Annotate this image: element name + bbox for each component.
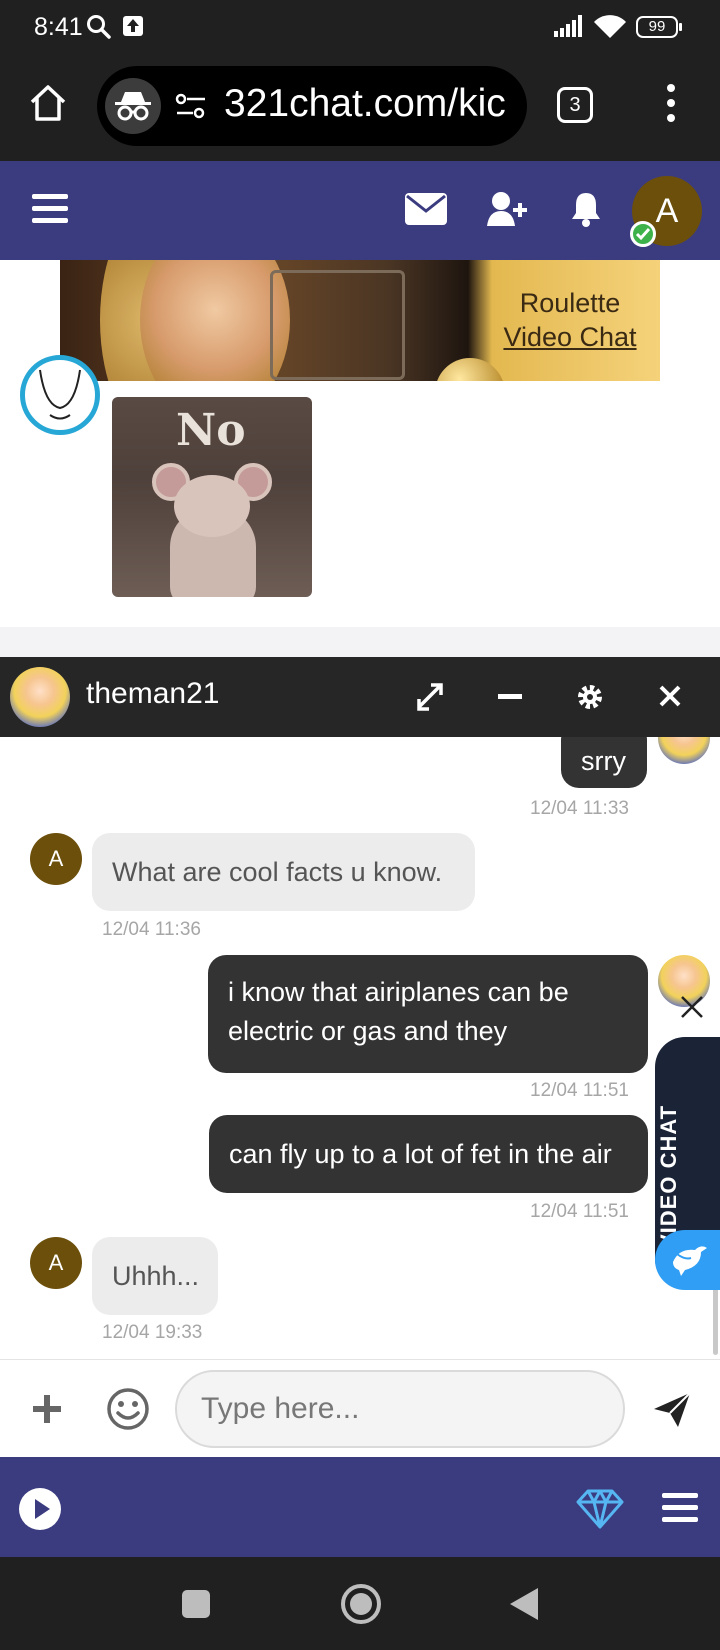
recents-icon[interactable]	[181, 1589, 211, 1619]
message-bubble: Uhhh...	[92, 1237, 218, 1315]
gear-icon[interactable]	[576, 677, 604, 717]
address-bar[interactable]: 321chat.com/kic	[97, 66, 527, 146]
browser-toolbar: 321chat.com/kic 3	[0, 56, 720, 161]
send-icon[interactable]	[652, 1391, 692, 1429]
background-user-avatar[interactable]	[20, 355, 100, 435]
envelope-icon[interactable]	[405, 193, 447, 225]
site-footer	[0, 1457, 720, 1557]
ad-banner[interactable]: Roulette Video Chat	[60, 260, 660, 381]
banner-line2: Video Chat	[503, 322, 637, 352]
home-icon[interactable]	[340, 1583, 382, 1625]
search-icon	[87, 15, 111, 39]
home-icon[interactable]	[28, 83, 68, 123]
message-bubble: What are cool facts u know.	[92, 833, 475, 911]
site-header: A	[0, 161, 720, 260]
signal-icon	[554, 15, 582, 37]
expand-icon[interactable]	[417, 677, 443, 717]
hamburger-menu-icon[interactable]	[662, 1493, 698, 1523]
chat-scrollbar[interactable]	[713, 1285, 718, 1355]
plus-icon[interactable]	[33, 1395, 61, 1423]
message-bubble: srry	[561, 737, 647, 788]
message-bubble: can fly up to a lot of fet in the air	[209, 1115, 648, 1193]
message-time: 12/04 19:33	[102, 1322, 203, 1343]
play-icon[interactable]	[18, 1487, 62, 1531]
upload-icon	[123, 16, 143, 36]
close-icon[interactable]	[677, 992, 707, 1022]
emoji-icon[interactable]	[106, 1387, 150, 1431]
user-avatar[interactable]: A	[30, 1237, 82, 1289]
back-icon[interactable]	[508, 1586, 540, 1622]
bell-icon[interactable]	[570, 191, 602, 227]
url-text[interactable]: 321chat.com/kic	[224, 82, 506, 126]
hamburger-menu-icon[interactable]	[32, 194, 68, 224]
banner-line1: Roulette	[519, 288, 621, 318]
bird-icon[interactable]	[655, 1230, 720, 1290]
gif-caption: No	[176, 405, 246, 456]
chat-messages: srry 12/04 11:33 A What are cool facts u…	[0, 737, 720, 1359]
background-message-row	[0, 627, 720, 657]
my-avatar	[658, 737, 710, 764]
message-composer	[0, 1359, 720, 1457]
menu-dots-icon[interactable]	[664, 83, 678, 123]
banner-frame-shape	[270, 270, 405, 380]
banner-text: Roulette Video Chat	[480, 286, 660, 354]
tab-switcher-button[interactable]: 3	[557, 87, 593, 123]
site-settings-icon[interactable]	[175, 92, 207, 120]
peer-avatar[interactable]	[10, 667, 70, 727]
user-avatar[interactable]: A	[30, 833, 82, 885]
android-navigation-bar	[0, 1557, 720, 1650]
wifi-icon	[594, 15, 626, 38]
battery-icon: 99	[636, 16, 682, 38]
message-time: 12/04 11:36	[102, 919, 201, 940]
gif-image[interactable]: No	[112, 397, 312, 597]
status-bar: 8:41 99	[0, 0, 720, 56]
message-time: 12/04 11:51	[530, 1080, 629, 1101]
diamond-icon[interactable]	[576, 1489, 624, 1529]
message-input[interactable]	[175, 1370, 625, 1448]
message-time: 12/04 11:51	[530, 1201, 629, 1222]
status-time: 8:41	[34, 13, 83, 41]
online-status-icon	[630, 221, 656, 247]
incognito-icon[interactable]	[105, 78, 161, 134]
message-bubble: i know that airiplanes can be electric o…	[208, 955, 648, 1073]
banner-face-shape	[140, 260, 290, 381]
close-icon[interactable]	[658, 677, 682, 717]
message-time: 12/04 11:33	[530, 798, 629, 819]
peer-name[interactable]: theman21	[86, 677, 219, 711]
banner-ball-shape	[435, 358, 505, 381]
private-chat-header: theman21	[0, 657, 720, 737]
add-friend-icon[interactable]	[487, 191, 527, 227]
minimize-icon[interactable]	[498, 677, 522, 717]
